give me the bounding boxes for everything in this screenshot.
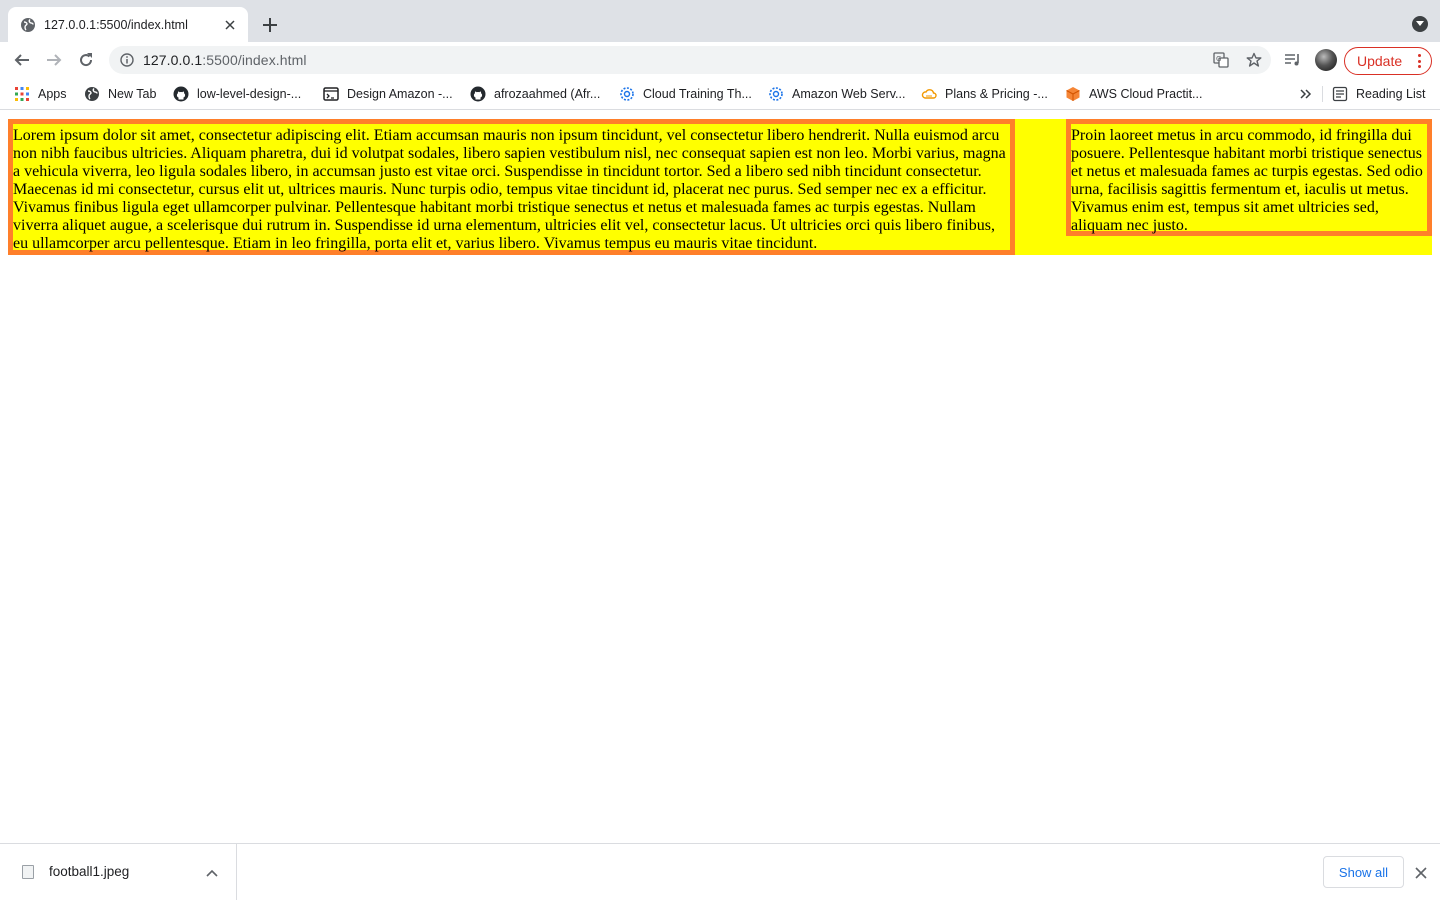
github-icon	[173, 86, 189, 102]
bookmark-label: low-level-design-...	[197, 87, 302, 101]
aws-cube-icon	[1065, 86, 1081, 102]
bookmark-label: AWS Cloud Practit...	[1089, 87, 1203, 101]
address-bar[interactable]: 127.0.0.1:5500/index.html G	[109, 46, 1271, 74]
bookmark-label: afrozaahmed (Afr...	[494, 87, 601, 101]
download-file-name: football1.jpeg	[49, 864, 130, 879]
download-bar: football1.jpeg Show all	[0, 843, 1440, 900]
bookmarks-bar: Apps New Tab low-level-design-... Design…	[0, 78, 1440, 110]
file-icon	[22, 865, 34, 879]
globe-icon	[84, 86, 100, 102]
globe-icon	[20, 17, 36, 33]
bookmark-label: Design Amazon -...	[347, 87, 453, 101]
bookmark-label: Amazon Web Serv...	[792, 87, 906, 101]
url-path: :5500/index.html	[202, 52, 307, 68]
svg-text:G: G	[1216, 55, 1221, 63]
tab-title: 127.0.0.1:5500/index.html	[44, 17, 188, 32]
close-icon[interactable]	[1412, 864, 1430, 882]
browser-toolbar: 127.0.0.1:5500/index.html G Update	[0, 42, 1440, 78]
forward-button[interactable]	[42, 48, 66, 72]
bookmark-low-level-design[interactable]: low-level-design-...	[173, 85, 301, 103]
bookmark-afrozaahmed[interactable]: afrozaahmed (Afr...	[470, 85, 600, 103]
bookmark-star-icon[interactable]	[1245, 52, 1263, 68]
right-text-box: Proin laoreet metus in arcu commodo, id …	[1066, 119, 1432, 236]
profile-avatar[interactable]	[1315, 49, 1337, 71]
github-icon	[470, 86, 486, 102]
media-control-icon[interactable]	[1283, 50, 1303, 70]
reading-list-icon	[1332, 86, 1348, 102]
bookmark-label: Plans & Pricing -...	[945, 87, 1048, 101]
gear-flower-icon	[768, 86, 784, 102]
reading-list-button[interactable]: Reading List	[1332, 85, 1426, 103]
gear-flower-icon	[619, 86, 635, 102]
bookmark-amazon-web-services[interactable]: Amazon Web Serv...	[768, 85, 905, 103]
new-tab-button[interactable]	[258, 13, 282, 37]
site-info-icon[interactable]	[119, 52, 135, 68]
bookmarks-divider	[1322, 86, 1323, 102]
bookmark-new-tab[interactable]: New Tab	[84, 85, 156, 103]
bookmark-apps[interactable]: Apps	[14, 85, 67, 103]
download-item[interactable]: football1.jpeg	[0, 844, 237, 900]
bookmark-label: New Tab	[108, 87, 157, 101]
url-host: 127.0.0.1	[143, 52, 203, 68]
chevron-up-icon[interactable]	[205, 866, 219, 880]
browser-tab[interactable]: 127.0.0.1:5500/index.html	[8, 7, 248, 42]
translate-icon[interactable]: G	[1212, 52, 1230, 68]
bookmark-label: Cloud Training Th...	[643, 87, 752, 101]
show-all-label: Show all	[1338, 864, 1389, 880]
menu-dots-icon	[1417, 54, 1421, 68]
bookmark-aws-cloud-practitioner[interactable]: AWS Cloud Practit...	[1065, 85, 1202, 103]
reading-list-label: Reading List	[1356, 87, 1426, 101]
show-all-button[interactable]: Show all	[1323, 856, 1404, 888]
right-paragraph: Proin laoreet metus in arcu commodo, id …	[1071, 127, 1423, 234]
tab-strip: 127.0.0.1:5500/index.html	[0, 0, 1440, 42]
update-button[interactable]: Update	[1344, 47, 1432, 75]
reload-button[interactable]	[74, 48, 98, 72]
terminal-icon	[323, 86, 339, 102]
bookmark-label: Apps	[38, 87, 67, 101]
close-tab-icon[interactable]	[222, 17, 238, 33]
page-content: Lorem ipsum dolor sit amet, consectetur …	[8, 119, 1432, 255]
more-bookmarks-chevron-icon[interactable]	[1300, 85, 1312, 103]
back-button[interactable]	[10, 48, 34, 72]
left-paragraph: Lorem ipsum dolor sit amet, consectetur …	[13, 127, 1006, 252]
bookmark-cloud-training[interactable]: Cloud Training Th...	[619, 85, 752, 103]
update-label: Update	[1357, 53, 1403, 69]
left-text-box: Lorem ipsum dolor sit amet, consectetur …	[8, 119, 1015, 255]
bookmark-design-amazon[interactable]: Design Amazon -...	[323, 85, 453, 103]
cloud-icon	[921, 86, 937, 102]
bookmark-plans-pricing[interactable]: Plans & Pricing -...	[921, 85, 1048, 103]
apps-grid-icon	[14, 86, 30, 102]
tab-search-icon[interactable]	[1412, 16, 1428, 32]
url-text: 127.0.0.1:5500/index.html	[143, 52, 307, 68]
